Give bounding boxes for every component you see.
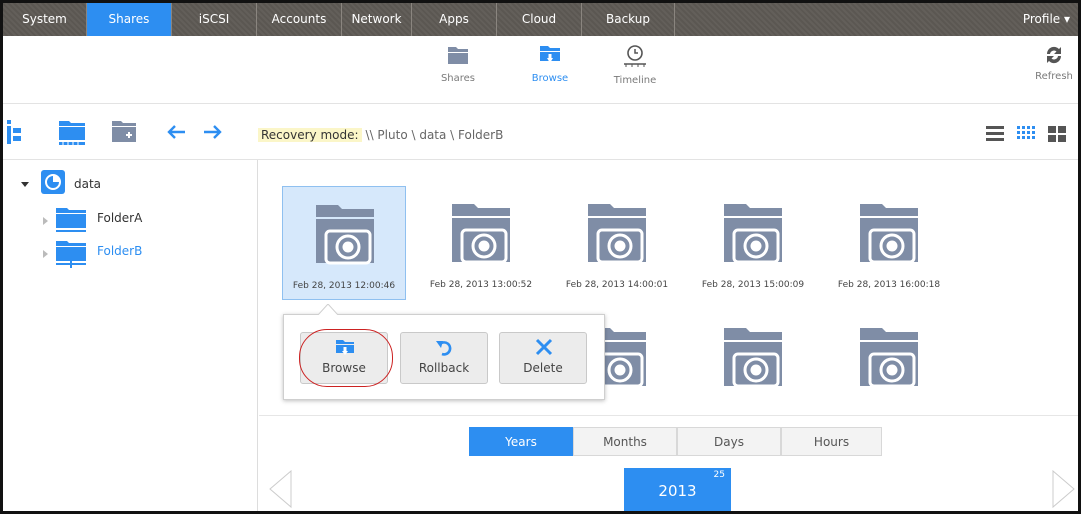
delete-button[interactable]: Delete	[499, 332, 587, 384]
delete-x-icon	[535, 338, 553, 356]
snapshot-folder-icon	[588, 204, 646, 264]
segment-years[interactable]: Years	[469, 427, 573, 456]
breadcrumb-path: \\ Pluto \ data \ FolderB	[365, 128, 504, 142]
view-toolbar: Shares Browse Timeline Refresh	[3, 36, 1078, 104]
snapshot-folder-icon	[724, 328, 782, 388]
delete-button-label: Delete	[523, 361, 563, 375]
new-folder-icon[interactable]	[111, 120, 137, 148]
folder-icon	[448, 47, 468, 64]
tree-item-folderb[interactable]: FolderB	[97, 244, 142, 258]
clock-icon	[624, 45, 646, 67]
drive-folder-icon[interactable]	[58, 120, 86, 150]
tab-cloud[interactable]: Cloud	[497, 3, 582, 36]
popup-pointer	[318, 304, 338, 315]
rollback-button[interactable]: Rollback	[400, 332, 488, 384]
snapshot-tile[interactable]: Feb 28, 2013 12:00:46	[282, 186, 406, 300]
snapshot-folder-icon	[724, 204, 782, 264]
refresh-button[interactable]: Refresh	[1034, 44, 1074, 82]
snapshot-caption: Feb 28, 2013 12:00:46	[292, 281, 396, 291]
forward-arrow-icon[interactable]	[203, 124, 223, 144]
small-grid-view-icon[interactable]	[1017, 126, 1035, 146]
segment-hours[interactable]: Hours	[781, 427, 882, 456]
tree-item-foldera[interactable]: FolderA	[97, 211, 142, 225]
snapshot-folder-icon	[860, 204, 918, 264]
rollback-icon	[436, 341, 452, 356]
tree-expand-folderb-icon[interactable]	[41, 248, 49, 262]
recovery-mode-label: Recovery mode:	[258, 128, 362, 142]
snapshot-folder-icon	[860, 328, 918, 388]
tree-item-data[interactable]: data	[74, 177, 101, 191]
tab-system[interactable]: System	[3, 3, 87, 36]
folder-icon	[55, 240, 87, 271]
folder-tree: data FolderA FolderB	[3, 160, 258, 511]
tree-toggle-icon[interactable]	[7, 118, 23, 148]
snapshot-tile[interactable]	[691, 310, 815, 390]
path-toolbar: Recovery mode: \\ Pluto \ data \ FolderB	[3, 104, 1078, 160]
recovery-breadcrumb: Recovery mode: \\ Pluto \ data \ FolderB	[258, 124, 503, 146]
back-arrow-icon[interactable]	[166, 124, 186, 144]
tab-network[interactable]: Network	[342, 3, 412, 36]
app-window: System Shares iSCSI Accounts Network App…	[0, 0, 1081, 514]
snapshot-caption: Feb 28, 2013 16:00:18	[837, 280, 941, 290]
snapshot-caption: Feb 28, 2013 15:00:09	[701, 280, 805, 290]
snapshot-count-badge: 25	[713, 470, 725, 480]
snapshot-tile[interactable]: Feb 28, 2013 14:00:01	[555, 186, 679, 300]
list-view-icon[interactable]	[986, 126, 1004, 146]
tab-apps[interactable]: Apps	[412, 3, 497, 36]
folder-download-icon	[540, 46, 560, 63]
snapshot-tile[interactable]: Feb 28, 2013 15:00:09	[691, 186, 815, 300]
shares-view-button[interactable]: Shares	[423, 44, 493, 84]
profile-menu[interactable]: Profile ▾	[1023, 3, 1070, 36]
timeline-view-button[interactable]: Timeline	[600, 44, 670, 86]
year-block-2013[interactable]: 2013 25	[624, 468, 731, 511]
timeline-panel: Years Months Days Hours 2013 25	[259, 415, 1078, 511]
tab-accounts[interactable]: Accounts	[257, 3, 342, 36]
refresh-icon	[1046, 46, 1062, 64]
segment-months[interactable]: Months	[573, 427, 677, 456]
browse-view-label: Browse	[531, 73, 569, 84]
snapshot-folder-icon	[316, 205, 374, 265]
tab-iscsi[interactable]: iSCSI	[172, 3, 257, 36]
refresh-label: Refresh	[1035, 71, 1073, 82]
folder-icon	[55, 207, 87, 236]
timeline-prev-icon[interactable]	[267, 469, 293, 511]
snapshot-folder-icon	[452, 204, 510, 264]
browse-view-button[interactable]: Browse	[515, 44, 585, 84]
timeline-next-icon[interactable]	[1051, 469, 1077, 511]
tree-expand-foldera-icon[interactable]	[41, 215, 49, 229]
tab-backup[interactable]: Backup	[582, 3, 675, 36]
snapshot-caption: Feb 28, 2013 13:00:52	[429, 280, 533, 290]
browse-highlight-circle	[299, 329, 393, 387]
large-grid-view-icon[interactable]	[1048, 126, 1066, 146]
timeline-view-label: Timeline	[613, 75, 657, 86]
segment-days[interactable]: Days	[677, 427, 781, 456]
shares-view-label: Shares	[440, 73, 476, 84]
top-nav: System Shares iSCSI Accounts Network App…	[3, 3, 1078, 36]
volume-icon	[41, 170, 65, 197]
tree-expand-data-icon[interactable]	[20, 178, 30, 192]
snapshot-tile[interactable]: Feb 28, 2013 16:00:18	[827, 186, 951, 300]
snapshot-caption: Feb 28, 2013 14:00:01	[565, 280, 669, 290]
snapshot-tile[interactable]	[827, 310, 951, 390]
snapshot-tile[interactable]: Feb 28, 2013 13:00:52	[419, 186, 543, 300]
rollback-button-label: Rollback	[418, 361, 470, 375]
year-label: 2013	[658, 482, 697, 500]
tab-shares[interactable]: Shares	[87, 3, 172, 36]
